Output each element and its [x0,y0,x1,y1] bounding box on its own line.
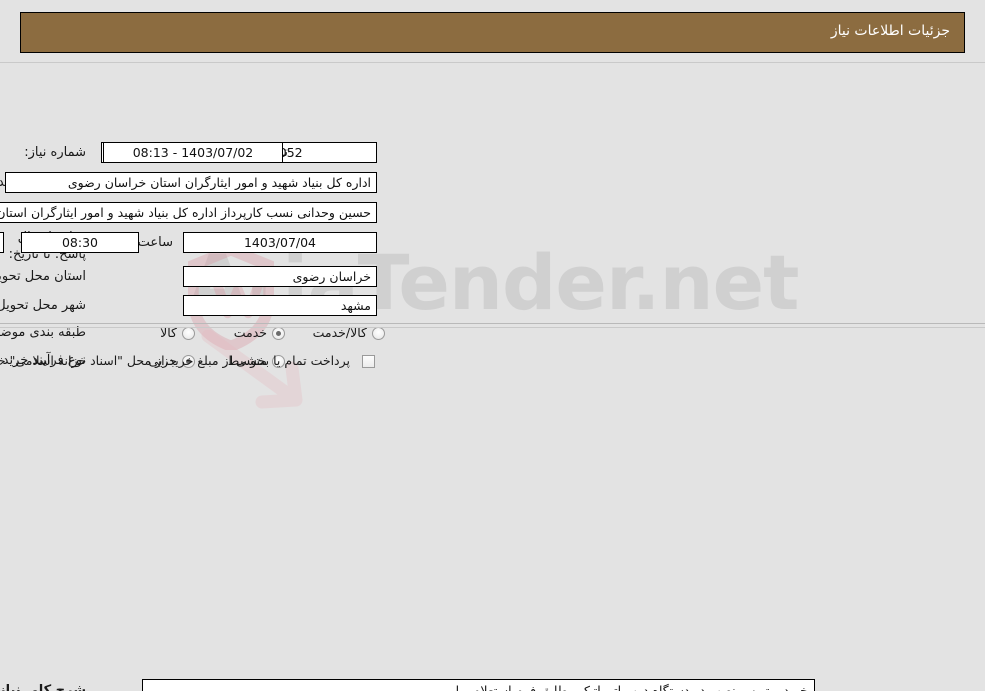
delivery-province-field[interactable]: خراسان رضوی [183,266,377,287]
window-title-bar: جزئیات اطلاعات نیاز [20,12,965,53]
request-creator-field[interactable]: حسین وحدانی نسب کارپرداز اداره کل بنیاد … [0,202,377,223]
need-info-panel: شماره نیاز: 1103005243000052 تاریخ و ساع… [0,62,985,368]
days-remaining-field[interactable]: 1 [0,232,4,253]
buyer-org-field[interactable]: اداره کل بنیاد شهید و امور ایثارگران است… [5,172,377,193]
delivery-city-label: شهر محل تحویل: [0,298,86,313]
need-summary-label: شرح کلی نیاز: [0,683,86,691]
delivery-city-field[interactable]: مشهد [183,295,377,316]
deadline-time-label: ساعت [137,235,173,250]
need-summary-textarea[interactable]: خرید و تهیه و نصب دو دستگاه درب اتوماتیک… [142,679,815,691]
deadline-date-field[interactable]: 1403/07/04 [183,232,377,253]
page-title: جزئیات اطلاعات نیاز [830,23,950,39]
deadline-time-field[interactable]: 08:30 [21,232,139,253]
details-panel: شرح کلی نیاز: خرید و تهیه و نصب دو دستگا… [0,327,985,691]
delivery-province-label: استان محل تحویل: [0,269,86,284]
page-root: AriaTender.net جزئیات اطلاعات نیاز شماره… [0,0,985,691]
announce-datetime-field[interactable]: 1403/07/02 - 08:13 [103,142,283,163]
need-number-label: شماره نیاز: [24,145,86,160]
